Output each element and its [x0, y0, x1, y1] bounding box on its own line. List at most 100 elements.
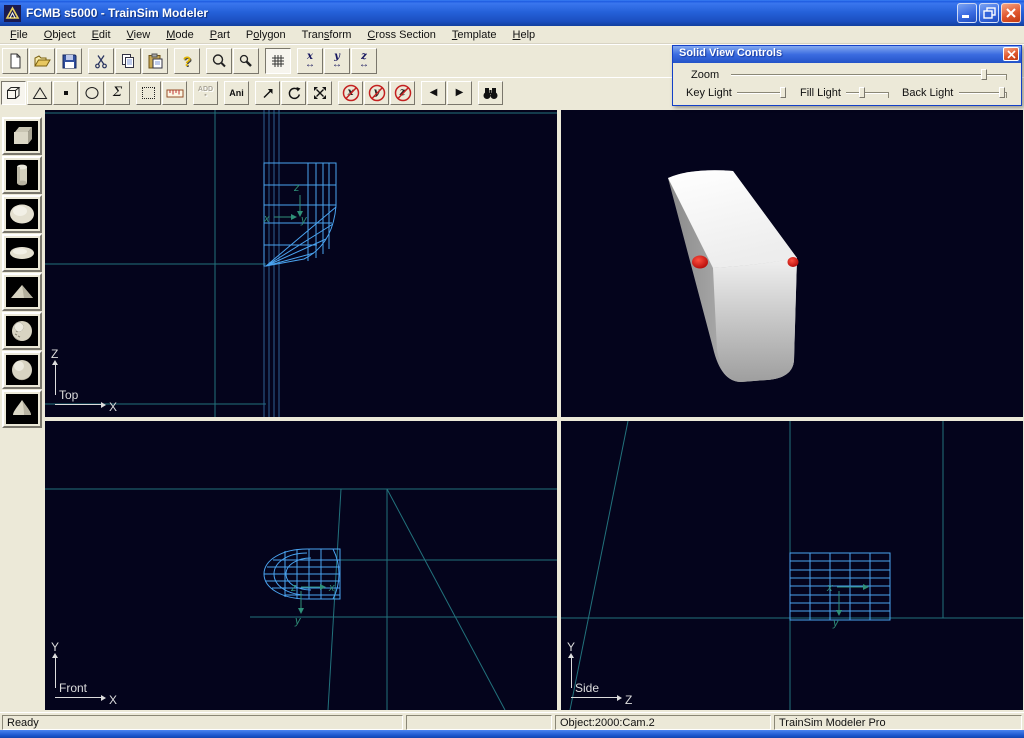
key-light-slider-thumb[interactable]	[780, 87, 786, 98]
spline-tool-button[interactable]: Σ	[105, 81, 130, 105]
add-vertex-button[interactable]: ADD▪	[193, 81, 218, 105]
no-x-icon	[341, 83, 360, 102]
next-part-button[interactable]: ▶	[447, 81, 472, 105]
open-button[interactable]	[29, 48, 55, 74]
viewport-label: Side	[575, 681, 599, 695]
key-light-slider[interactable]	[737, 87, 785, 99]
menu-template[interactable]: Template	[444, 27, 505, 43]
status-object: Object:2000:Cam.2	[555, 715, 771, 730]
y-axis-button[interactable]: y↔	[324, 48, 350, 74]
shape-cone-button[interactable]	[2, 390, 42, 428]
shape-wedge-button[interactable]	[2, 273, 42, 311]
palette-title-bar[interactable]: Solid View Controls	[673, 46, 1021, 63]
cut-button[interactable]	[88, 48, 114, 74]
geosphere-icon	[7, 316, 37, 346]
zoom-slider-label: Zoom	[691, 69, 719, 81]
rotate-tool-button[interactable]	[281, 81, 306, 105]
shape-box-button[interactable]	[2, 117, 42, 155]
grid-toggle-button[interactable]	[265, 48, 291, 74]
palette-close-icon	[1007, 50, 1016, 59]
copy-button[interactable]	[115, 48, 141, 74]
new-button[interactable]	[2, 48, 28, 74]
zoom-slider-thumb[interactable]	[981, 69, 987, 80]
animation-button[interactable]: Ani	[224, 81, 249, 105]
menu-transform[interactable]: Transform	[294, 27, 360, 43]
solid-view-controls-palette[interactable]: Solid View Controls Zoom Key Light Fill …	[672, 45, 1022, 106]
zoom-in-button[interactable]	[206, 48, 232, 74]
add-label: ADD▪	[198, 87, 213, 99]
lock-y-button[interactable]: y	[364, 81, 389, 105]
viewport-front[interactable]: z x y Y Front X	[45, 421, 557, 710]
menu-polygon[interactable]: Polygon	[238, 27, 294, 43]
find-button[interactable]	[478, 81, 503, 105]
menu-object[interactable]: Object	[36, 27, 84, 43]
menu-help[interactable]: Help	[505, 27, 544, 43]
paste-clipboard-icon	[147, 53, 163, 69]
open-folder-icon	[34, 53, 51, 69]
svg-text:x: x	[328, 582, 335, 594]
polygon-mode-button[interactable]	[27, 81, 52, 105]
y-axis-icon: y↔	[332, 53, 342, 69]
viewport-label: Top	[59, 388, 78, 402]
move-tool-button[interactable]	[255, 81, 280, 105]
box-icon	[7, 121, 37, 151]
surface-mode-button[interactable]	[1, 81, 26, 105]
scale-tool-button[interactable]	[307, 81, 332, 105]
shape-toolbar	[0, 107, 44, 712]
close-button[interactable]	[1001, 3, 1021, 23]
triangle-icon	[32, 86, 48, 100]
lock-z-button[interactable]: z	[390, 81, 415, 105]
sigma-icon: Σ	[113, 85, 122, 100]
marquee-select-button[interactable]	[136, 81, 161, 105]
restore-button[interactable]	[979, 3, 999, 23]
minimize-button[interactable]	[957, 3, 977, 23]
shape-shaded-sphere-button[interactable]	[2, 351, 42, 389]
viewport-side[interactable]: x y Y Side Z	[561, 421, 1023, 710]
zoom-slider[interactable]	[731, 69, 1007, 81]
circle-tool-button[interactable]	[79, 81, 104, 105]
menu-edit[interactable]: Edit	[84, 27, 119, 43]
cone-icon	[7, 394, 37, 424]
prev-part-button[interactable]: ◀	[421, 81, 446, 105]
back-light-slider-thumb[interactable]	[999, 87, 1005, 98]
palette-close-button[interactable]	[1003, 47, 1019, 61]
svg-text:z: z	[293, 182, 300, 194]
menu-mode[interactable]: Mode	[158, 27, 202, 43]
save-button[interactable]	[56, 48, 82, 74]
z-axis-button[interactable]: z↔	[351, 48, 377, 74]
next-icon: ▶	[456, 87, 464, 98]
x-axis-button[interactable]: x↔	[297, 48, 323, 74]
help-button[interactable]: ?	[174, 48, 200, 74]
viewport-label: Front	[59, 681, 87, 695]
viewport-solid[interactable]	[561, 110, 1023, 417]
back-light-slider[interactable]	[959, 87, 1007, 99]
shape-sphere-button[interactable]	[2, 195, 42, 233]
part-axes-gizmo: z x y	[263, 182, 308, 226]
menu-bar: File Object Edit View Mode Part Polygon …	[0, 26, 1024, 44]
svg-text:y: y	[300, 214, 308, 226]
view-axis-gizmo: Y Side Z	[567, 644, 657, 706]
menu-cross-section[interactable]: Cross Section	[359, 27, 443, 43]
rotate-icon	[286, 85, 302, 101]
vertex-mode-button[interactable]	[53, 81, 78, 105]
key-light-label: Key Light	[686, 87, 732, 99]
title-bar[interactable]: FCMB s5000 - TrainSim Modeler	[0, 0, 1024, 26]
shape-geosphere-button[interactable]	[2, 312, 42, 350]
palette-body: Zoom Key Light Fill Light Back Light	[673, 63, 1021, 106]
binoculars-icon	[482, 85, 499, 101]
back-light-label: Back Light	[902, 87, 953, 99]
lock-x-button[interactable]: x	[338, 81, 363, 105]
sphere-icon	[7, 199, 37, 229]
paste-button[interactable]	[142, 48, 168, 74]
viewport-top[interactable]: z x y Z Top X	[45, 110, 557, 417]
ruler-button[interactable]	[162, 81, 187, 105]
fill-light-slider[interactable]	[846, 87, 889, 99]
shape-ellipsoid-button[interactable]	[2, 234, 42, 272]
menu-part[interactable]: Part	[202, 27, 238, 43]
shape-cylinder-button[interactable]	[2, 156, 42, 194]
menu-file[interactable]: File	[2, 27, 36, 43]
view-axis-gizmo: Z Top X	[51, 351, 141, 413]
fill-light-slider-thumb[interactable]	[859, 87, 865, 98]
zoom-out-button[interactable]	[233, 48, 259, 74]
menu-view[interactable]: View	[119, 27, 159, 43]
